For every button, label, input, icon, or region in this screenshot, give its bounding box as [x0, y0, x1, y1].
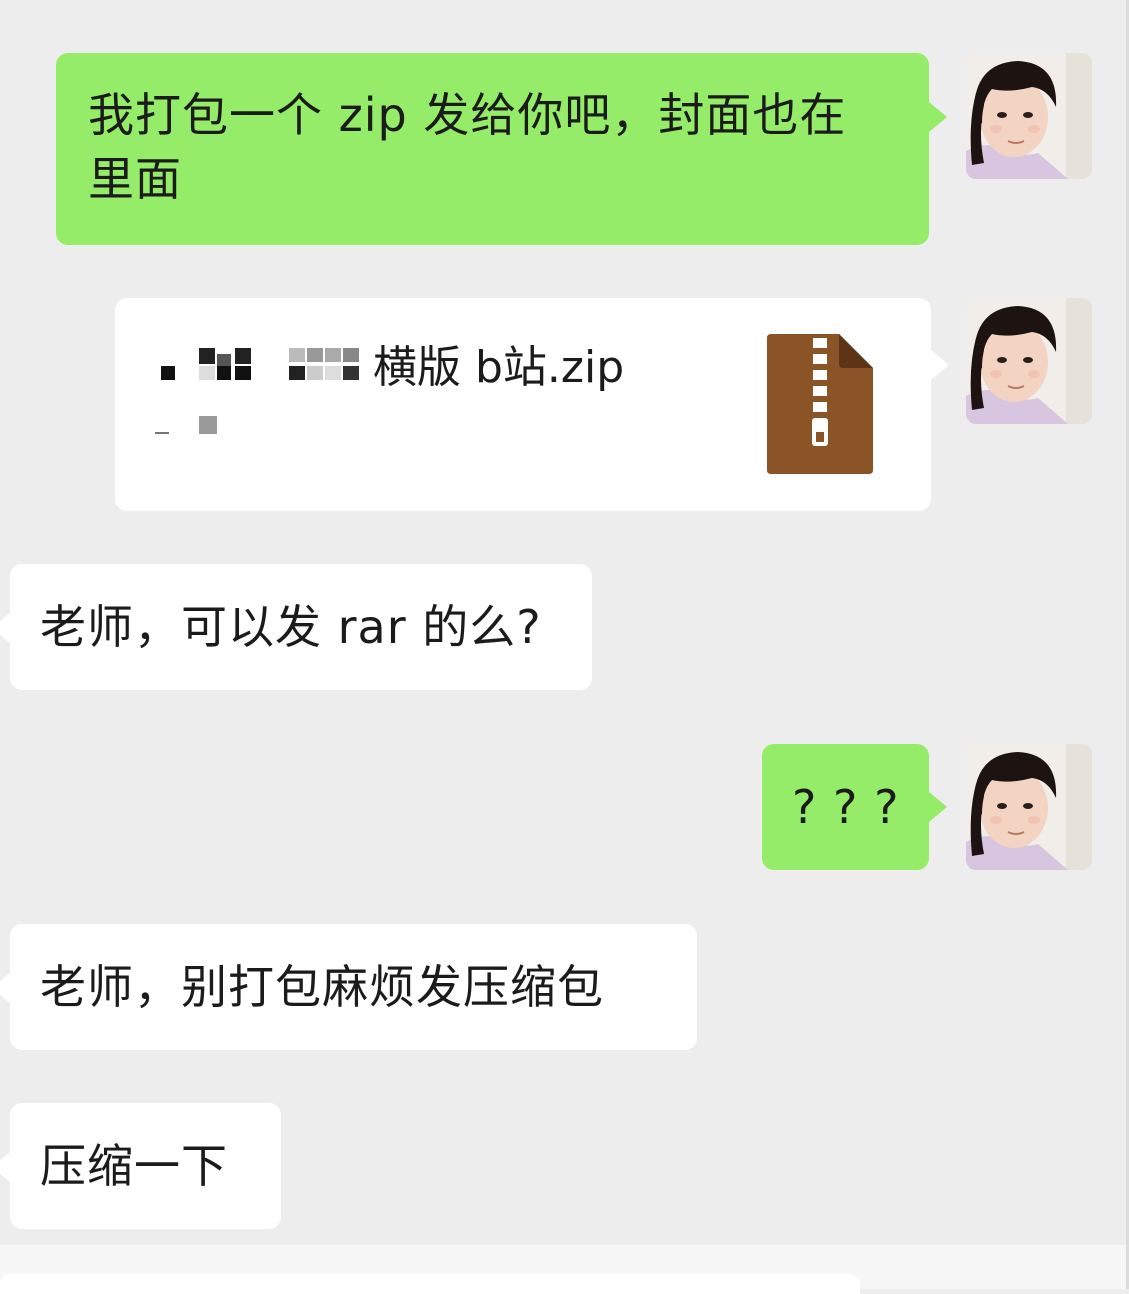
bubble-tail — [0, 1152, 10, 1182]
message-input-field[interactable] — [0, 1274, 860, 1294]
incoming-message-bubble[interactable]: 老师，别打包麻烦发压缩包 — [10, 924, 697, 1050]
redacted-filename-part — [161, 348, 373, 392]
file-name-text: 横版 b站.zip — [373, 342, 625, 393]
bubble-tail — [0, 973, 10, 1003]
message-text: 老师，别打包麻烦发压缩包 — [40, 960, 604, 1014]
bubble-tail — [929, 792, 947, 822]
zip-file-icon — [767, 334, 873, 474]
child-portrait-icon — [966, 744, 1092, 870]
avatar[interactable] — [966, 744, 1092, 870]
incoming-message-bubble[interactable]: 压缩一下 — [10, 1103, 281, 1229]
outgoing-message-bubble[interactable]: 我打包一个 zip 发给你吧，封面也在 里面 — [56, 53, 929, 245]
child-portrait-icon — [966, 298, 1092, 424]
bubble-tail — [931, 350, 949, 380]
child-portrait-icon — [966, 53, 1092, 179]
avatar[interactable] — [966, 298, 1092, 424]
message-text: 老师，可以发 rar 的么? — [40, 600, 542, 654]
message-text: 我打包一个 zip 发给你吧，封面也在 里面 — [88, 83, 897, 211]
file-message-card[interactable]: 横版 b站.zip — [115, 298, 931, 511]
bubble-tail — [929, 102, 947, 132]
redacted-file-size — [155, 414, 219, 436]
incoming-message-bubble[interactable]: 老师，可以发 rar 的么? — [10, 564, 592, 690]
bubble-tail — [0, 613, 10, 643]
avatar[interactable] — [966, 53, 1092, 179]
file-name: 横版 b站.zip — [161, 340, 624, 396]
message-text: 压缩一下 — [40, 1139, 228, 1193]
outgoing-message-bubble[interactable]: ? ? ? — [762, 744, 929, 870]
message-line: 我打包一个 zip 发给你吧，封面也在 — [88, 88, 847, 142]
message-text: ? ? ? — [792, 780, 900, 834]
message-line: 里面 — [88, 152, 182, 206]
